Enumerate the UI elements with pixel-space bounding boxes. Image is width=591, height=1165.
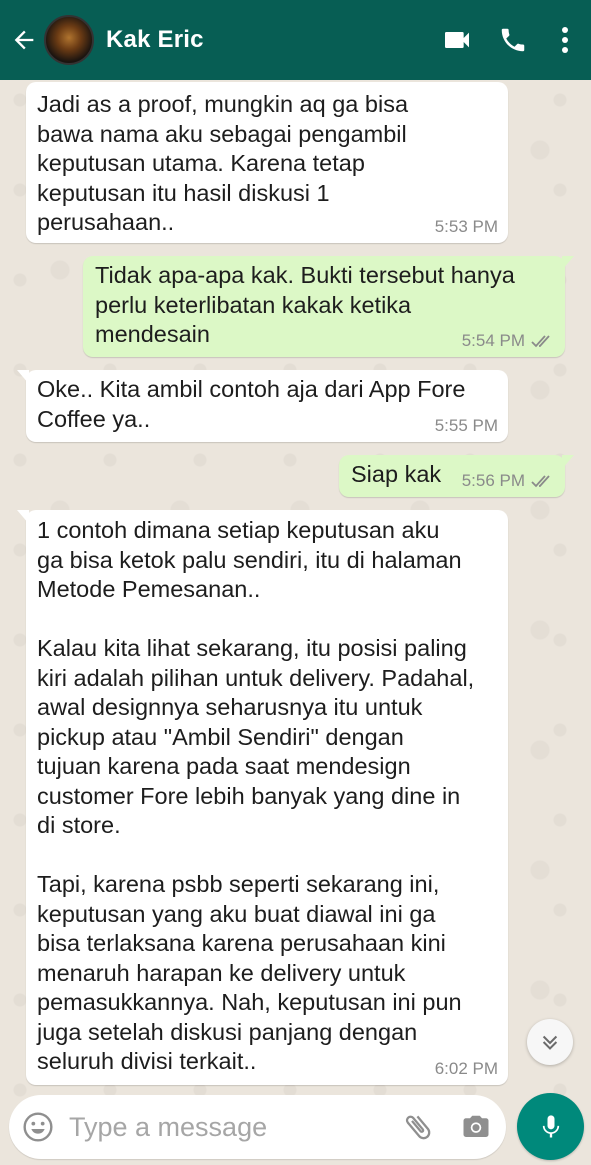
- back-button[interactable]: [4, 0, 44, 80]
- attach-icon: [405, 1115, 431, 1140]
- read-ticks-icon: [531, 335, 550, 348]
- message-composer: Type a message: [9, 1095, 506, 1159]
- emoji-button[interactable]: [9, 1095, 67, 1159]
- contact-name[interactable]: Kak Eric: [106, 26, 429, 54]
- message-meta: 6:02 PM: [435, 1059, 498, 1079]
- message-time: 5:56 PM: [461, 471, 525, 490]
- message-meta: 5:56 PM: [462, 471, 555, 491]
- emoji-icon: [23, 1112, 53, 1142]
- chat-header: Kak Eric: [0, 0, 591, 80]
- camera-icon: [463, 1115, 489, 1137]
- more-options-icon: [562, 27, 568, 53]
- bubble-tail: [562, 455, 574, 469]
- message-text: 1 contoh dimana setiap keputusan aku ga …: [37, 517, 475, 1074]
- message-bubble-outgoing[interactable]: Tidak apa-apa kak. Bukti tersebut hanya …: [83, 256, 574, 357]
- read-ticks-icon: [531, 475, 550, 488]
- back-arrow-icon: [14, 30, 34, 50]
- message-bubble-incoming[interactable]: 1 contoh dimana setiap keputusan aku ga …: [17, 510, 508, 1085]
- message-bubble-outgoing[interactable]: Siap kak 5:56 PM: [339, 455, 574, 497]
- video-call-icon: [445, 32, 469, 48]
- camera-button[interactable]: [446, 1095, 506, 1159]
- bubble-tail: [17, 370, 29, 384]
- message-time: 6:02 PM: [434, 1059, 498, 1078]
- message-text: Oke.. Kita ambil contoh aja dari App For…: [37, 376, 466, 432]
- message-time: 5:53 PM: [434, 217, 498, 236]
- phone-icon: [501, 28, 525, 52]
- message-meta: 5:53 PM: [435, 217, 498, 237]
- message-input[interactable]: Type a message: [69, 1112, 390, 1143]
- message-meta: 5:54 PM: [462, 331, 555, 351]
- voice-message-button[interactable]: [517, 1093, 584, 1160]
- message-time: 5:55 PM: [434, 416, 498, 435]
- message-bubble-incoming[interactable]: Jadi as a proof, mungkin aq ga bisa bawa…: [26, 82, 508, 243]
- video-call-button[interactable]: [429, 0, 485, 80]
- message-meta: 5:55 PM: [435, 416, 498, 436]
- bubble-tail: [17, 510, 29, 524]
- scroll-to-bottom-button[interactable]: [527, 1019, 573, 1065]
- attach-button[interactable]: [390, 1095, 446, 1159]
- message-bubble-incoming[interactable]: Oke.. Kita ambil contoh aja dari App For…: [17, 370, 508, 442]
- double-chevron-down-icon: [542, 1035, 558, 1050]
- contact-avatar[interactable]: [44, 15, 94, 65]
- message-text: Jadi as a proof, mungkin aq ga bisa bawa…: [37, 91, 409, 235]
- voice-call-button[interactable]: [485, 0, 541, 80]
- message-time: 5:54 PM: [461, 331, 525, 350]
- more-options-button[interactable]: [541, 0, 589, 80]
- mic-icon: [542, 1114, 559, 1137]
- bubble-tail: [562, 256, 574, 270]
